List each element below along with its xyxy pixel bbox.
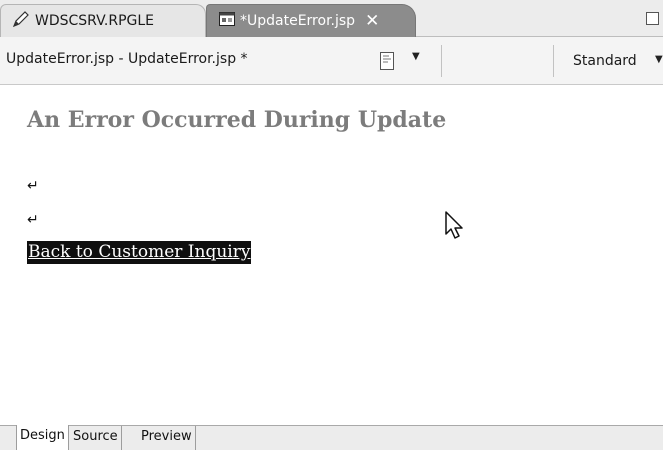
editor-toolbar: UpdateError.jsp - UpdateError.jsp * ▼ St… — [0, 37, 663, 85]
tab-updateerror-jsp[interactable]: *UpdateError.jsp ✕ — [206, 4, 416, 37]
chevron-down-icon[interactable]: ▼ — [412, 51, 420, 62]
layout-mode-select[interactable]: Standard — [573, 53, 637, 69]
tab-preview[interactable]: Preview — [138, 426, 196, 450]
paragraph-mark-icon: ↵ — [27, 178, 39, 194]
editor-tab-strip: WDSCSRV.RPGLE *UpdateError.jsp ✕ — [0, 0, 663, 37]
page-heading: An Error Occurred During Update — [27, 107, 447, 133]
toolbar-separator — [553, 45, 554, 77]
maximize-icon[interactable] — [646, 12, 659, 25]
document-title: UpdateError.jsp - UpdateError.jsp * — [6, 51, 248, 67]
tab-source[interactable]: Source — [70, 426, 122, 450]
tab-design[interactable]: Design — [16, 425, 69, 450]
paragraph-mark-icon: ↵ — [27, 212, 39, 228]
jsp-file-icon — [219, 12, 235, 30]
chevron-down-icon[interactable]: ▼ — [655, 54, 663, 65]
toolbar-separator — [441, 45, 442, 77]
view-tabs: Design Source Preview — [0, 425, 663, 450]
tab-label: WDSCSRV.RPGLE — [35, 13, 155, 29]
tab-label: *UpdateError.jsp — [240, 13, 356, 29]
design-canvas[interactable]: An Error Occurred During Update ↵ ↵ Back… — [0, 85, 663, 425]
page-icon[interactable] — [377, 51, 397, 71]
close-icon[interactable]: ✕ — [365, 12, 379, 30]
pencil-icon — [11, 9, 31, 33]
tab-wdscsrv-rpgle[interactable]: WDSCSRV.RPGLE — [0, 4, 206, 37]
back-to-inquiry-link[interactable]: Back to Customer Inquiry — [27, 241, 252, 264]
mouse-pointer-icon — [444, 210, 466, 246]
